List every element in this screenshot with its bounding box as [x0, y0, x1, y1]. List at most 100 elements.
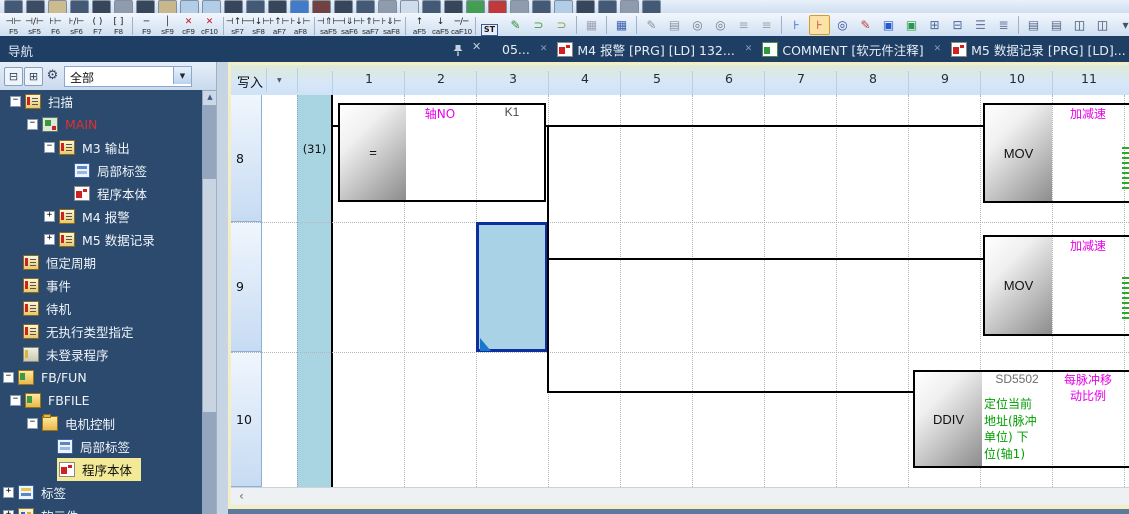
- close-icon[interactable]: ✕: [472, 40, 481, 53]
- toolbar-icon[interactable]: [598, 0, 617, 13]
- ladder-symbol-button-sF8[interactable]: ⊣↓⊢sF8: [248, 14, 269, 36]
- toolbar-icon[interactable]: [510, 0, 529, 13]
- tree-item-无执行类型指定[interactable]: 无执行类型指定: [0, 320, 202, 343]
- tree-item-M3 输出[interactable]: −M3 输出: [0, 136, 202, 159]
- document-tab[interactable]: M4 报警 [PRG] [LD] 132...: [555, 40, 736, 59]
- ladder-symbol-button-sF7[interactable]: ⊣↑⊢sF7: [227, 14, 248, 36]
- rung-number[interactable]: 8: [231, 95, 262, 222]
- toolbar-icon[interactable]: [488, 0, 507, 13]
- toolbar-icon[interactable]: [70, 0, 89, 13]
- mov-mnemonic[interactable]: MOV: [985, 105, 1052, 201]
- toolbar-icon[interactable]: ☰: [970, 15, 991, 35]
- tree-item-MAIN[interactable]: −MAIN: [0, 113, 202, 136]
- toolbar-icon[interactable]: [444, 0, 463, 13]
- tree-item-扫描[interactable]: −扫描: [0, 90, 202, 113]
- rung-number[interactable]: 9: [231, 222, 262, 352]
- collapse-icon[interactable]: −: [3, 372, 14, 383]
- toolbar-icon[interactable]: [466, 0, 485, 13]
- ladder-symbol-button-F5[interactable]: ⊣⊢F5: [3, 14, 24, 36]
- mov-mnemonic[interactable]: MOV: [985, 237, 1052, 334]
- tree-item-程序本体[interactable]: 程序本体: [0, 182, 202, 205]
- expand-icon[interactable]: +: [44, 234, 55, 245]
- expand-icon[interactable]: +: [3, 487, 14, 498]
- toolbar-icon[interactable]: [26, 0, 45, 13]
- toolbar-icon[interactable]: [246, 0, 265, 13]
- gear-icon[interactable]: ⚙: [44, 67, 61, 84]
- tree-scrollbar[interactable]: ▲: [202, 90, 216, 514]
- toolbar-icon[interactable]: ▦: [581, 15, 602, 35]
- tab-close-icon[interactable]: ✕: [540, 44, 548, 54]
- toolbar-icon[interactable]: ▤: [1023, 15, 1044, 35]
- ladder-symbol-button-F8[interactable]: [ ]F8: [108, 14, 129, 36]
- toolbar-icon[interactable]: [400, 0, 419, 13]
- toolbar-icon[interactable]: ✎: [855, 15, 876, 35]
- document-tab[interactable]: 05...: [500, 42, 532, 57]
- collapse-icon[interactable]: −: [10, 395, 21, 406]
- ladder-symbol-button-F6[interactable]: ⊦⊢F6: [45, 14, 66, 36]
- collapse-icon[interactable]: −: [27, 418, 38, 429]
- operand-label[interactable]: 加减速: [1052, 105, 1124, 122]
- ladder-symbol-button-sF6[interactable]: ⊦/⊢sF6: [66, 14, 87, 36]
- header-dropdown-icon[interactable]: ▼: [277, 77, 282, 84]
- ladder-symbol-button-saF5[interactable]: ⊣⇑⊢saF5: [318, 14, 339, 36]
- toolbar-icon[interactable]: [136, 0, 155, 13]
- toolbar-icon[interactable]: [48, 0, 67, 13]
- selected-cell[interactable]: [476, 222, 548, 352]
- ladder-symbol-button-F7[interactable]: ( )F7: [87, 14, 108, 36]
- tab-close-icon[interactable]: ✕: [745, 44, 753, 54]
- tree-item-待机[interactable]: 待机: [0, 297, 202, 320]
- rung-number[interactable]: 10: [231, 352, 262, 487]
- toolbar-icon[interactable]: [180, 0, 199, 13]
- ddiv-mnemonic[interactable]: DDIV: [915, 372, 982, 466]
- ladder-symbol-button-cF9[interactable]: ✕cF9: [178, 14, 199, 36]
- toolbar-icon[interactable]: [356, 0, 375, 13]
- toolbar-icon[interactable]: ◫: [1092, 15, 1113, 35]
- toolbar-icon[interactable]: ◫: [1069, 15, 1090, 35]
- toolbar-icon[interactable]: [92, 0, 111, 13]
- toolbar-icon[interactable]: ▤: [664, 15, 685, 35]
- ladder-symbol-button-saF8[interactable]: ⊦⇓⊢saF8: [381, 14, 402, 36]
- tree-display-icon[interactable]: ⊞: [24, 67, 43, 86]
- tree-item-局部标签[interactable]: 局部标签: [0, 435, 202, 458]
- operand-constant[interactable]: K1: [476, 105, 548, 119]
- scrollbar-thumb[interactable]: [202, 178, 217, 413]
- toolbar-icon[interactable]: ⊟: [947, 15, 968, 35]
- toolbar-icon[interactable]: ✎: [505, 15, 526, 35]
- toolbar-icon[interactable]: [532, 0, 551, 13]
- toolbar-icon[interactable]: ▦: [611, 15, 632, 35]
- toolbar-icon[interactable]: ≡: [756, 15, 777, 35]
- toolbar-icon[interactable]: [620, 0, 639, 13]
- ladder-symbol-button-ST[interactable]: ST: [479, 14, 500, 36]
- ladder-symbol-button-aF7[interactable]: ⊦↑⊢aF7: [269, 14, 290, 36]
- ladder-symbol-button-F9[interactable]: ─F9: [136, 14, 157, 36]
- operand-label[interactable]: 加减速: [1052, 237, 1124, 254]
- ladder-symbol-button-sF9[interactable]: │sF9: [157, 14, 178, 36]
- ladder-grid[interactable]: 8 9 10 (31) = 轴NO K1 MOV 加减速: [231, 95, 1129, 487]
- toolbar-icon[interactable]: [576, 0, 595, 13]
- expand-icon[interactable]: +: [44, 211, 55, 222]
- operand-label[interactable]: 每脉冲移 动比例: [1052, 372, 1124, 404]
- tree-item-M5 数据记录[interactable]: +M5 数据记录: [0, 228, 202, 251]
- toolbar-icon[interactable]: ◎: [687, 15, 708, 35]
- compare-symbol[interactable]: =: [340, 105, 406, 200]
- toolbar-icon[interactable]: ◎: [710, 15, 731, 35]
- tree-item-电机控制[interactable]: −电机控制: [0, 412, 202, 435]
- toolbar-icon[interactable]: ⊃: [528, 15, 549, 35]
- toolbar-icon[interactable]: ▣: [878, 15, 899, 35]
- ladder-symbol-button-saF7[interactable]: ⊦⇑⊢saF7: [360, 14, 381, 36]
- ladder-symbol-button-caF10[interactable]: ─/─caF10: [451, 14, 472, 36]
- tree-item-FB/FUN[interactable]: −FB/FUN: [0, 366, 202, 389]
- toolbar-icon[interactable]: [422, 0, 441, 13]
- ladder-symbol-button-saF6[interactable]: ⊣⇓⊢saF6: [339, 14, 360, 36]
- selected-tree-item[interactable]: 程序本体: [57, 458, 141, 481]
- document-tab[interactable]: COMMENT [软元件注释]: [760, 40, 925, 59]
- ladder-symbol-button-sF5[interactable]: ⊣/⊢sF5: [24, 14, 45, 36]
- tree-item-程序本体[interactable]: 程序本体: [0, 458, 202, 481]
- expand-icon[interactable]: +: [3, 510, 14, 514]
- toolbar-icon[interactable]: ⊃: [551, 15, 572, 35]
- document-tab[interactable]: M5 数据记录 [PRG] [LD]...: [949, 40, 1128, 59]
- toolbar-icon[interactable]: [268, 0, 287, 13]
- toolbar-icon[interactable]: [290, 0, 309, 13]
- toolbar-icon[interactable]: [334, 0, 353, 13]
- toolbar-icon[interactable]: ≣: [993, 15, 1014, 35]
